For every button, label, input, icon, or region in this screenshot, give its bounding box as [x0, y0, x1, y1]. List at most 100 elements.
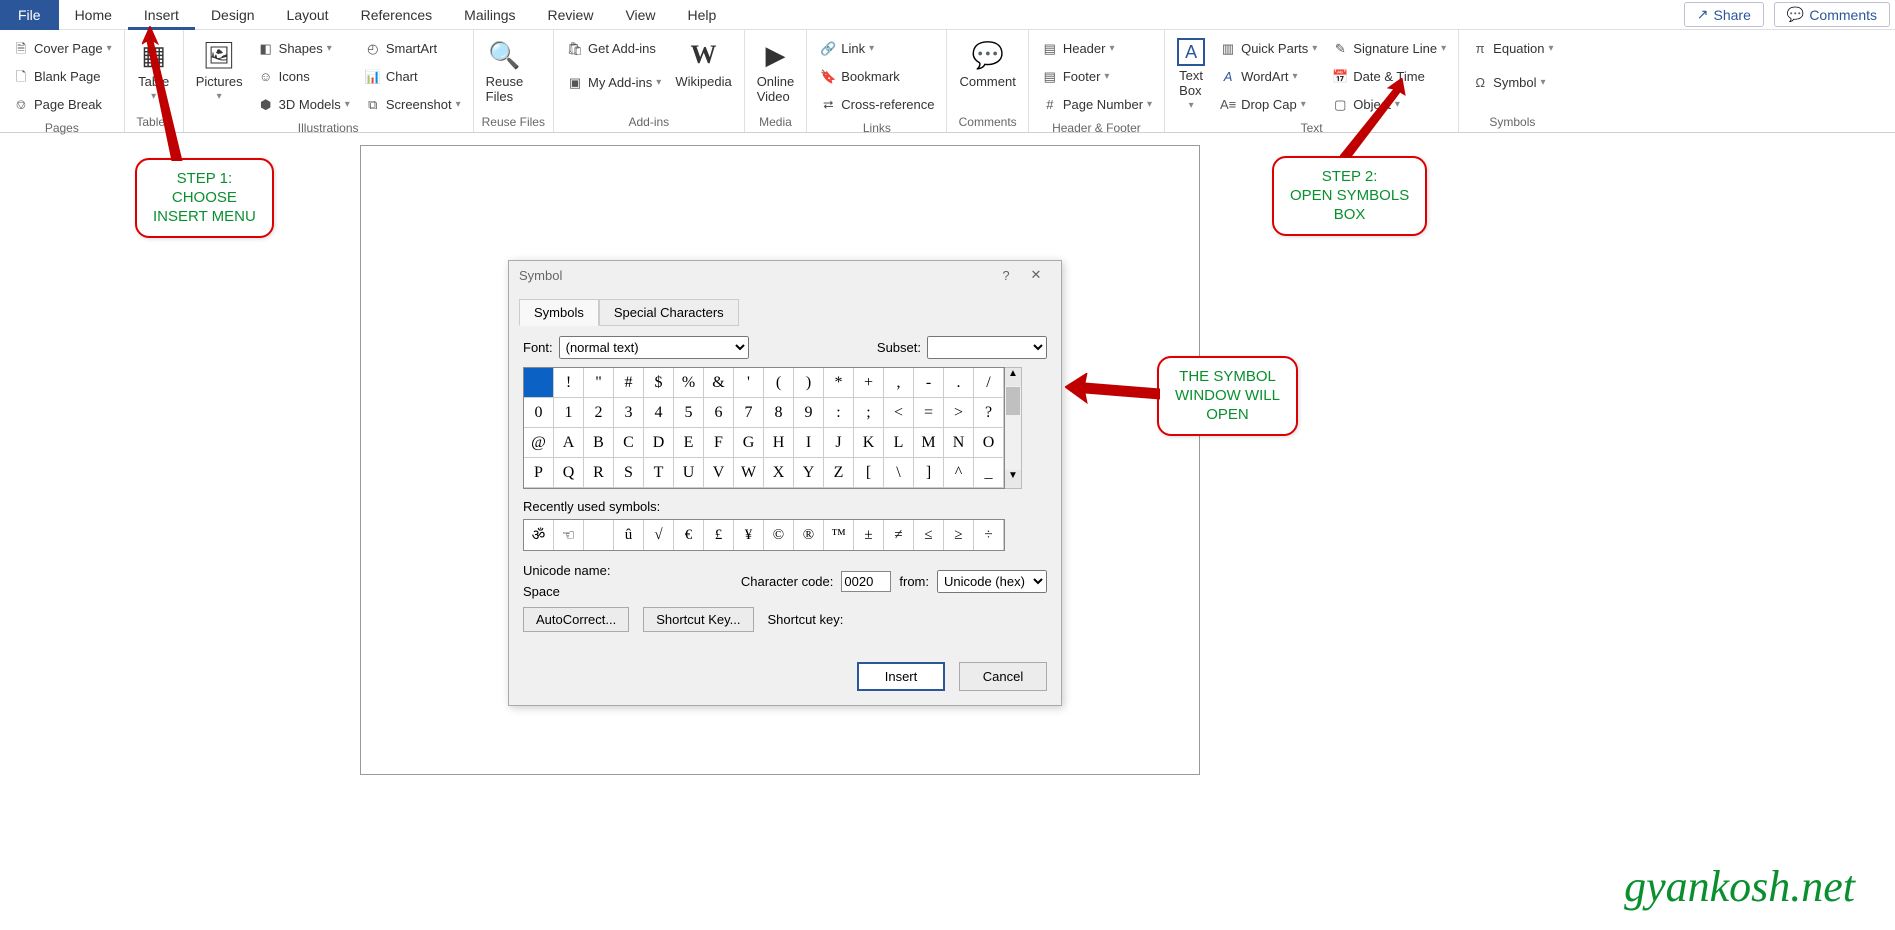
- page-break-button[interactable]: ⎊Page Break: [8, 92, 116, 118]
- symbol-cell[interactable]: 1: [554, 398, 584, 428]
- recent-symbol-cell[interactable]: [584, 520, 614, 550]
- tab-view[interactable]: View: [609, 0, 671, 30]
- symbol-cell[interactable]: V: [704, 458, 734, 488]
- cancel-button[interactable]: Cancel: [959, 662, 1047, 691]
- symbol-cell[interactable]: ]: [914, 458, 944, 488]
- insert-button[interactable]: Insert: [857, 662, 945, 691]
- symbol-cell[interactable]: R: [584, 458, 614, 488]
- symbol-cell[interactable]: F: [704, 428, 734, 458]
- recent-symbol-cell[interactable]: ±: [854, 520, 884, 550]
- font-select[interactable]: (normal text): [559, 336, 749, 359]
- symbol-cell[interactable]: ,: [884, 368, 914, 398]
- symbol-cell[interactable]: 6: [704, 398, 734, 428]
- recent-symbol-cell[interactable]: ®: [794, 520, 824, 550]
- blank-page-button[interactable]: 🗋Blank Page: [8, 64, 116, 90]
- symbol-cell[interactable]: .: [944, 368, 974, 398]
- reuse-files-button[interactable]: 🔍Reuse Files: [482, 36, 528, 106]
- equation-button[interactable]: πEquation: [1467, 36, 1557, 62]
- pictures-button[interactable]: 🖼Pictures: [192, 36, 247, 104]
- tab-home[interactable]: Home: [59, 0, 128, 30]
- symbol-cell[interactable]: ": [584, 368, 614, 398]
- comments-button[interactable]: 💬Comments: [1774, 2, 1890, 27]
- symbol-cell[interactable]: W: [734, 458, 764, 488]
- recent-symbol-cell[interactable]: û: [614, 520, 644, 550]
- signature-button[interactable]: ✎Signature Line: [1327, 36, 1450, 62]
- symbol-cell[interactable]: M: [914, 428, 944, 458]
- textbox-button[interactable]: AText Box: [1173, 36, 1209, 113]
- symbol-cell[interactable]: T: [644, 458, 674, 488]
- symbol-cell[interactable]: G: [734, 428, 764, 458]
- symbol-cell[interactable]: Z: [824, 458, 854, 488]
- share-button[interactable]: ↗Share: [1684, 2, 1764, 27]
- symbol-cell[interactable]: @: [524, 428, 554, 458]
- recent-symbol-cell[interactable]: ≥: [944, 520, 974, 550]
- symbol-cell[interactable]: I: [794, 428, 824, 458]
- symbol-cell[interactable]: \: [884, 458, 914, 488]
- symbol-cell[interactable]: ?: [974, 398, 1004, 428]
- symbol-cell[interactable]: +: [854, 368, 884, 398]
- symbol-cell[interactable]: S: [614, 458, 644, 488]
- symbol-cell[interactable]: (: [764, 368, 794, 398]
- symbol-cell[interactable]: C: [614, 428, 644, 458]
- recent-symbol-cell[interactable]: ¥: [734, 520, 764, 550]
- recent-symbol-cell[interactable]: ☜: [554, 520, 584, 550]
- symbol-button[interactable]: ΩSymbol: [1467, 70, 1557, 96]
- dropcap-button[interactable]: A≡Drop Cap: [1215, 92, 1321, 118]
- bookmark-button[interactable]: 🔖Bookmark: [815, 64, 938, 90]
- scroll-thumb[interactable]: [1006, 387, 1020, 415]
- link-button[interactable]: 🔗Link: [815, 36, 938, 62]
- shortcut-key-button[interactable]: Shortcut Key...: [643, 607, 753, 632]
- screenshot-button[interactable]: ⧉Screenshot: [360, 92, 465, 118]
- recent-symbol-cell[interactable]: ©: [764, 520, 794, 550]
- dialog-help-button[interactable]: ?: [991, 268, 1021, 283]
- symbol-cell[interactable]: /: [974, 368, 1004, 398]
- wikipedia-button[interactable]: WWikipedia: [671, 36, 735, 91]
- symbol-cell[interactable]: E: [674, 428, 704, 458]
- grid-scrollbar[interactable]: ▲ ▼: [1005, 367, 1022, 489]
- cover-page-button[interactable]: 🗎Cover Page: [8, 36, 116, 62]
- symbol-cell[interactable]: 5: [674, 398, 704, 428]
- symbol-cell[interactable]: [: [854, 458, 884, 488]
- tab-review[interactable]: Review: [532, 0, 610, 30]
- charcode-input[interactable]: [841, 571, 891, 592]
- symbol-cell[interactable]: =: [914, 398, 944, 428]
- smartart-button[interactable]: ◴SmartArt: [360, 36, 465, 62]
- chart-button[interactable]: 📊Chart: [360, 64, 465, 90]
- page-number-button[interactable]: #Page Number: [1037, 92, 1156, 118]
- autocorrect-button[interactable]: AutoCorrect...: [523, 607, 629, 632]
- symbol-cell[interactable]: N: [944, 428, 974, 458]
- symbol-cell[interactable]: %: [674, 368, 704, 398]
- symbol-cell[interactable]: L: [884, 428, 914, 458]
- symbol-cell[interactable]: #: [614, 368, 644, 398]
- symbol-cell[interactable]: 8: [764, 398, 794, 428]
- symbol-cell[interactable]: &: [704, 368, 734, 398]
- symbol-cell[interactable]: J: [824, 428, 854, 458]
- recent-symbol-cell[interactable]: £: [704, 520, 734, 550]
- wordart-button[interactable]: AWordArt: [1215, 64, 1321, 90]
- symbol-cell[interactable]: A: [554, 428, 584, 458]
- symbol-cell[interactable]: 0: [524, 398, 554, 428]
- from-select[interactable]: Unicode (hex): [937, 570, 1047, 593]
- symbol-cell[interactable]: 3: [614, 398, 644, 428]
- symbol-cell[interactable]: $: [644, 368, 674, 398]
- tab-mailings[interactable]: Mailings: [448, 0, 531, 30]
- symbol-cell[interactable]: <: [884, 398, 914, 428]
- symbol-cell[interactable]: >: [944, 398, 974, 428]
- subset-select[interactable]: [927, 336, 1047, 359]
- symbol-cell[interactable]: Q: [554, 458, 584, 488]
- header-button[interactable]: ▤Header: [1037, 36, 1156, 62]
- symbol-cell[interactable]: B: [584, 428, 614, 458]
- symbol-cell[interactable]: 9: [794, 398, 824, 428]
- scroll-up-icon[interactable]: ▲: [1005, 368, 1021, 386]
- symbol-cell[interactable]: ^: [944, 458, 974, 488]
- quickparts-button[interactable]: ▥Quick Parts: [1215, 36, 1321, 62]
- get-addins-button[interactable]: 🛍Get Add-ins: [562, 36, 665, 62]
- symbol-cell[interactable]: 4: [644, 398, 674, 428]
- recent-symbol-cell[interactable]: ÷: [974, 520, 1004, 550]
- symbol-cell[interactable]: _: [974, 458, 1004, 488]
- shapes-button[interactable]: ◧Shapes: [253, 36, 354, 62]
- recent-symbol-cell[interactable]: €: [674, 520, 704, 550]
- symbol-cell[interactable]: X: [764, 458, 794, 488]
- symbol-cell[interactable]: ;: [854, 398, 884, 428]
- recent-symbol-cell[interactable]: √: [644, 520, 674, 550]
